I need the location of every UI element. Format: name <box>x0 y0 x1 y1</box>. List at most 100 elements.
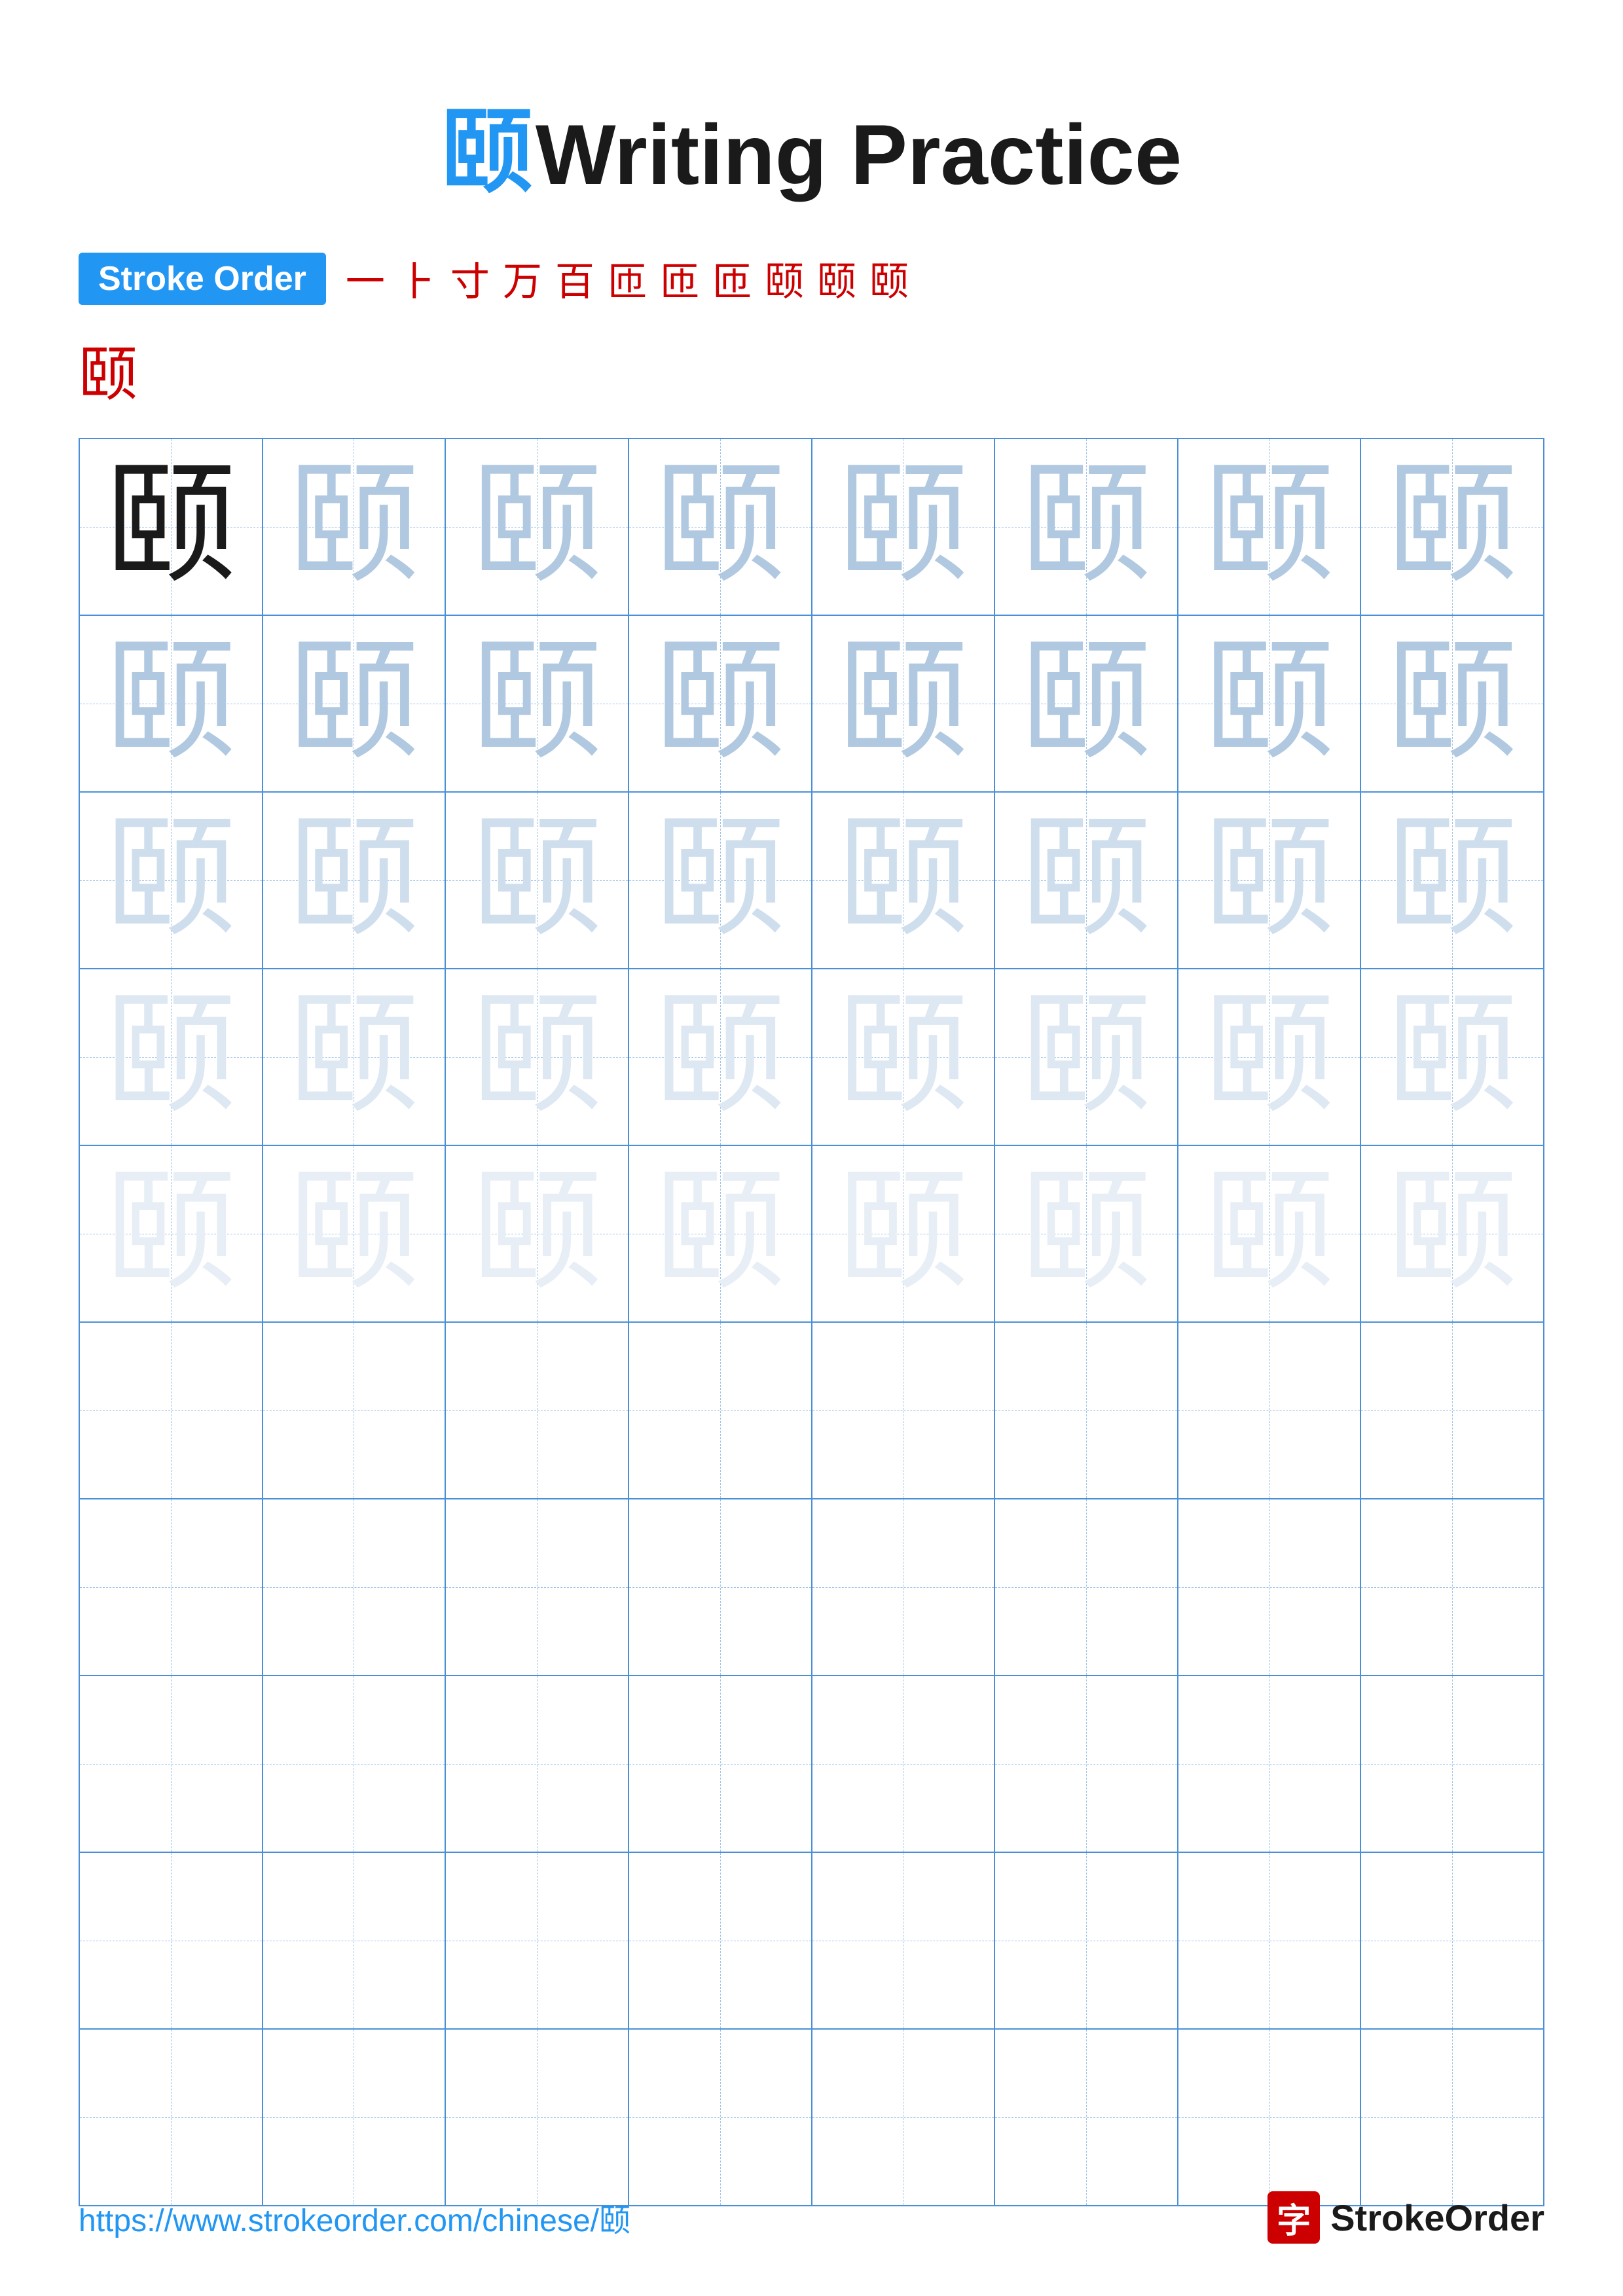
grid-cell: 颐 <box>1360 439 1544 615</box>
grid-cell <box>629 1852 812 2029</box>
grid-cell <box>79 1676 263 1852</box>
stroke-order-badge: Stroke Order <box>79 253 326 305</box>
grid-cell <box>994 1322 1178 1499</box>
grid-cell: 颐 <box>263 615 446 792</box>
grid-cell <box>994 2029 1178 2206</box>
stroke-5: 百 <box>555 250 594 307</box>
stroke-steps: 一 ⺊ 寸 万 百 匝 匝 匝 颐 颐 颐 <box>346 250 909 307</box>
grid-cell <box>445 1322 629 1499</box>
logo-icon: 字 <box>1267 2191 1320 2244</box>
grid-cell: 颐 <box>994 439 1178 615</box>
stroke-2: ⺊ <box>398 250 437 307</box>
grid-cell: 颐 <box>263 439 446 615</box>
grid-cell: 颐 <box>445 969 629 1145</box>
table-row <box>79 1499 1544 1676</box>
grid-cell <box>994 1499 1178 1676</box>
grid-cell: 颐 <box>445 439 629 615</box>
grid-cell <box>1178 1322 1361 1499</box>
grid-cell: 颐 <box>629 615 812 792</box>
grid-cell: 颐 <box>812 1145 995 1322</box>
table-row <box>79 2029 1544 2206</box>
grid-cell <box>79 1322 263 1499</box>
grid-cell: 颐 <box>263 1145 446 1322</box>
grid-cell: 颐 <box>629 969 812 1145</box>
grid-cell: 颐 <box>1178 439 1361 615</box>
page-title: 颐 Writing Practice <box>0 0 1623 211</box>
grid-cell <box>1360 1676 1544 1852</box>
footer-url[interactable]: https://www.strokeorder.com/chinese/颐 <box>79 2195 630 2240</box>
grid-cell: 颐 <box>1178 615 1361 792</box>
grid-cell <box>1178 1676 1361 1852</box>
grid-cell: 颐 <box>445 615 629 792</box>
grid-cell: 颐 <box>812 792 995 969</box>
grid-cell <box>445 1676 629 1852</box>
stroke-9: 颐 <box>765 250 804 307</box>
final-practice-char: 颐 <box>79 343 137 408</box>
grid-cell <box>79 2029 263 2206</box>
footer: https://www.strokeorder.com/chinese/颐 字 … <box>0 2191 1623 2244</box>
stroke-11: 颐 <box>869 250 909 307</box>
table-row <box>79 1322 1544 1499</box>
grid-cell <box>1178 1852 1361 2029</box>
table-row <box>79 1676 1544 1852</box>
grid-cell: 颐 <box>812 969 995 1145</box>
grid-cell <box>1178 1499 1361 1676</box>
table-row: 颐 颐 颐 颐 颐 颐 颐 颐 <box>79 615 1544 792</box>
grid-cell: 颐 <box>1360 792 1544 969</box>
table-row: 颐 颐 颐 颐 颐 颐 颐 颐 <box>79 439 1544 615</box>
grid-cell <box>445 1499 629 1676</box>
table-row: 颐 颐 颐 颐 颐 颐 颐 颐 <box>79 969 1544 1145</box>
grid-cell <box>263 1322 446 1499</box>
grid-cell <box>1360 1852 1544 2029</box>
stroke-4: 万 <box>503 250 542 307</box>
grid-cell: 颐 <box>445 792 629 969</box>
final-char-row: 颐 <box>0 327 1623 412</box>
grid-cell: 颐 <box>1360 1145 1544 1322</box>
grid-cell: 颐 <box>1178 1145 1361 1322</box>
grid-cell <box>1360 1322 1544 1499</box>
grid-cell <box>1178 2029 1361 2206</box>
grid-cell <box>629 2029 812 2206</box>
stroke-7: 匝 <box>660 250 699 307</box>
grid-cell <box>812 1322 995 1499</box>
practice-grid: 颐 颐 颐 颐 颐 颐 颐 颐 颐 颐 颐 颐 颐 颐 颐 颐 颐 颐 颐 颐 … <box>79 438 1544 2206</box>
stroke-1: 一 <box>346 250 385 307</box>
stroke-10: 颐 <box>817 250 856 307</box>
grid-cell <box>445 1852 629 2029</box>
grid-cell <box>994 1852 1178 2029</box>
grid-cell: 颐 <box>812 439 995 615</box>
grid-cell: 颐 <box>263 792 446 969</box>
title-text: Writing Practice <box>536 107 1182 202</box>
grid-cell <box>1360 2029 1544 2206</box>
footer-logo: 字 StrokeOrder <box>1267 2191 1544 2244</box>
grid-cell: 颐 <box>629 439 812 615</box>
stroke-8: 匝 <box>712 250 752 307</box>
grid-cell <box>1360 1499 1544 1676</box>
grid-cell <box>629 1322 812 1499</box>
stroke-3: 寸 <box>450 250 490 307</box>
grid-cell: 颐 <box>79 615 263 792</box>
grid-cell <box>812 2029 995 2206</box>
grid-cell <box>812 1676 995 1852</box>
grid-cell: 颐 <box>629 1145 812 1322</box>
grid-cell <box>812 1852 995 2029</box>
grid-cell: 颐 <box>1178 969 1361 1145</box>
table-row: 颐 颐 颐 颐 颐 颐 颐 颐 <box>79 792 1544 969</box>
grid-cell: 颐 <box>1360 615 1544 792</box>
title-character: 颐 <box>441 103 533 204</box>
grid-cell <box>263 1852 446 2029</box>
table-row: 颐 颐 颐 颐 颐 颐 颐 颐 <box>79 1145 1544 1322</box>
stroke-order-row: Stroke Order 一 ⺊ 寸 万 百 匝 匝 匝 颐 颐 颐 <box>79 250 1544 307</box>
grid-cell: 颐 <box>79 439 263 615</box>
grid-cell: 颐 <box>79 792 263 969</box>
grid-cell: 颐 <box>1360 969 1544 1145</box>
grid-cell: 颐 <box>629 792 812 969</box>
grid-cell: 颐 <box>79 1145 263 1322</box>
grid-cell <box>263 1499 446 1676</box>
grid-cell: 颐 <box>79 969 263 1145</box>
grid-cell: 颐 <box>994 792 1178 969</box>
grid-cell: 颐 <box>263 969 446 1145</box>
grid-cell <box>445 2029 629 2206</box>
grid-cell <box>629 1676 812 1852</box>
stroke-6: 匝 <box>608 250 647 307</box>
